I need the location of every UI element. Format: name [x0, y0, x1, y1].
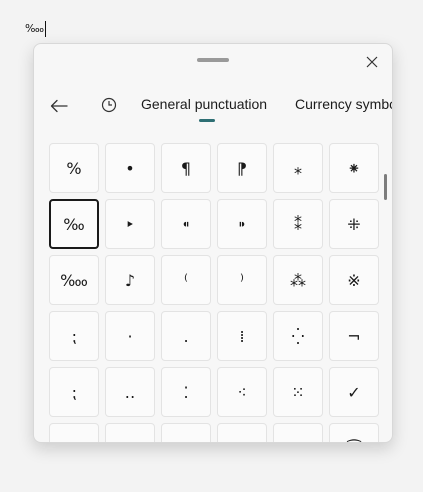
- symbol-key[interactable]: %: [49, 143, 99, 193]
- symbol-key[interactable]: ⁞: [217, 311, 267, 361]
- symbol-key[interactable]: [49, 423, 99, 442]
- symbol-key[interactable]: ¬: [329, 311, 379, 361]
- symbol-key[interactable]: ․: [161, 311, 211, 361]
- close-button[interactable]: [362, 52, 382, 72]
- symbol-key[interactable]: ⁑: [273, 199, 323, 249]
- symbol-key[interactable]: [273, 423, 323, 442]
- symbol-key[interactable]: ⁐: [329, 423, 379, 442]
- symbol-key[interactable]: [105, 423, 155, 442]
- symbol-key[interactable]: ‥: [105, 367, 155, 417]
- symbol-key[interactable]: ⁏: [49, 367, 99, 417]
- symbol-key[interactable]: ♪: [105, 255, 155, 305]
- symbol-key[interactable]: ⁏: [49, 311, 99, 361]
- symbol-grid: %•¶⁋⁎⁕ ‰‣⁌⁍⁑⁜ ‱♪⁽⁾⁂※ ⁏·․⁞⁛¬ ⁏‥⁚⁖⁙✓ ⁝ ⁐: [49, 143, 379, 442]
- symbol-key[interactable]: ⁎: [273, 143, 323, 193]
- symbol-key[interactable]: ✓: [329, 367, 379, 417]
- symbol-key[interactable]: ·: [105, 311, 155, 361]
- tab-currency-symbols[interactable]: Currency symbols: [295, 96, 392, 112]
- symbol-key[interactable]: ⁖: [217, 367, 267, 417]
- back-button[interactable]: [46, 94, 72, 120]
- scrollbar-thumb[interactable]: [384, 174, 387, 200]
- emoji-symbol-panel: General punctuation Currency symbols %•¶…: [33, 43, 393, 443]
- back-arrow-icon: [50, 98, 68, 117]
- symbol-key[interactable]: ※: [329, 255, 379, 305]
- symbol-key[interactable]: ⁜: [329, 199, 379, 249]
- symbol-key[interactable]: ‣: [105, 199, 155, 249]
- category-nav: General punctuation Currency symbols: [34, 88, 392, 128]
- symbol-key[interactable]: ⁽: [161, 255, 211, 305]
- symbol-key[interactable]: ⁍: [217, 199, 267, 249]
- symbol-key[interactable]: ⁾: [217, 255, 267, 305]
- symbol-key[interactable]: ⁋: [217, 143, 267, 193]
- close-icon: [366, 53, 378, 72]
- active-tab-indicator: [199, 119, 215, 122]
- symbol-key[interactable]: ⁌: [161, 199, 211, 249]
- symbol-key[interactable]: [217, 423, 267, 442]
- drag-handle[interactable]: [197, 58, 229, 62]
- symbol-key[interactable]: ⁛: [273, 311, 323, 361]
- symbol-key[interactable]: ⁙: [273, 367, 323, 417]
- symbol-key[interactable]: ⁚: [161, 367, 211, 417]
- symbol-key[interactable]: ‱: [49, 255, 99, 305]
- symbol-key[interactable]: ⁕: [329, 143, 379, 193]
- recent-tab[interactable]: [96, 94, 122, 120]
- document-text[interactable]: ‱: [25, 20, 46, 38]
- symbol-key-selected[interactable]: ‰: [49, 199, 99, 249]
- symbol-key[interactable]: •: [105, 143, 155, 193]
- symbol-key[interactable]: ⁝: [161, 423, 211, 442]
- clock-icon: [101, 97, 117, 117]
- symbol-key[interactable]: ⁂: [273, 255, 323, 305]
- tab-general-punctuation[interactable]: General punctuation: [141, 96, 267, 112]
- symbol-key[interactable]: ¶: [161, 143, 211, 193]
